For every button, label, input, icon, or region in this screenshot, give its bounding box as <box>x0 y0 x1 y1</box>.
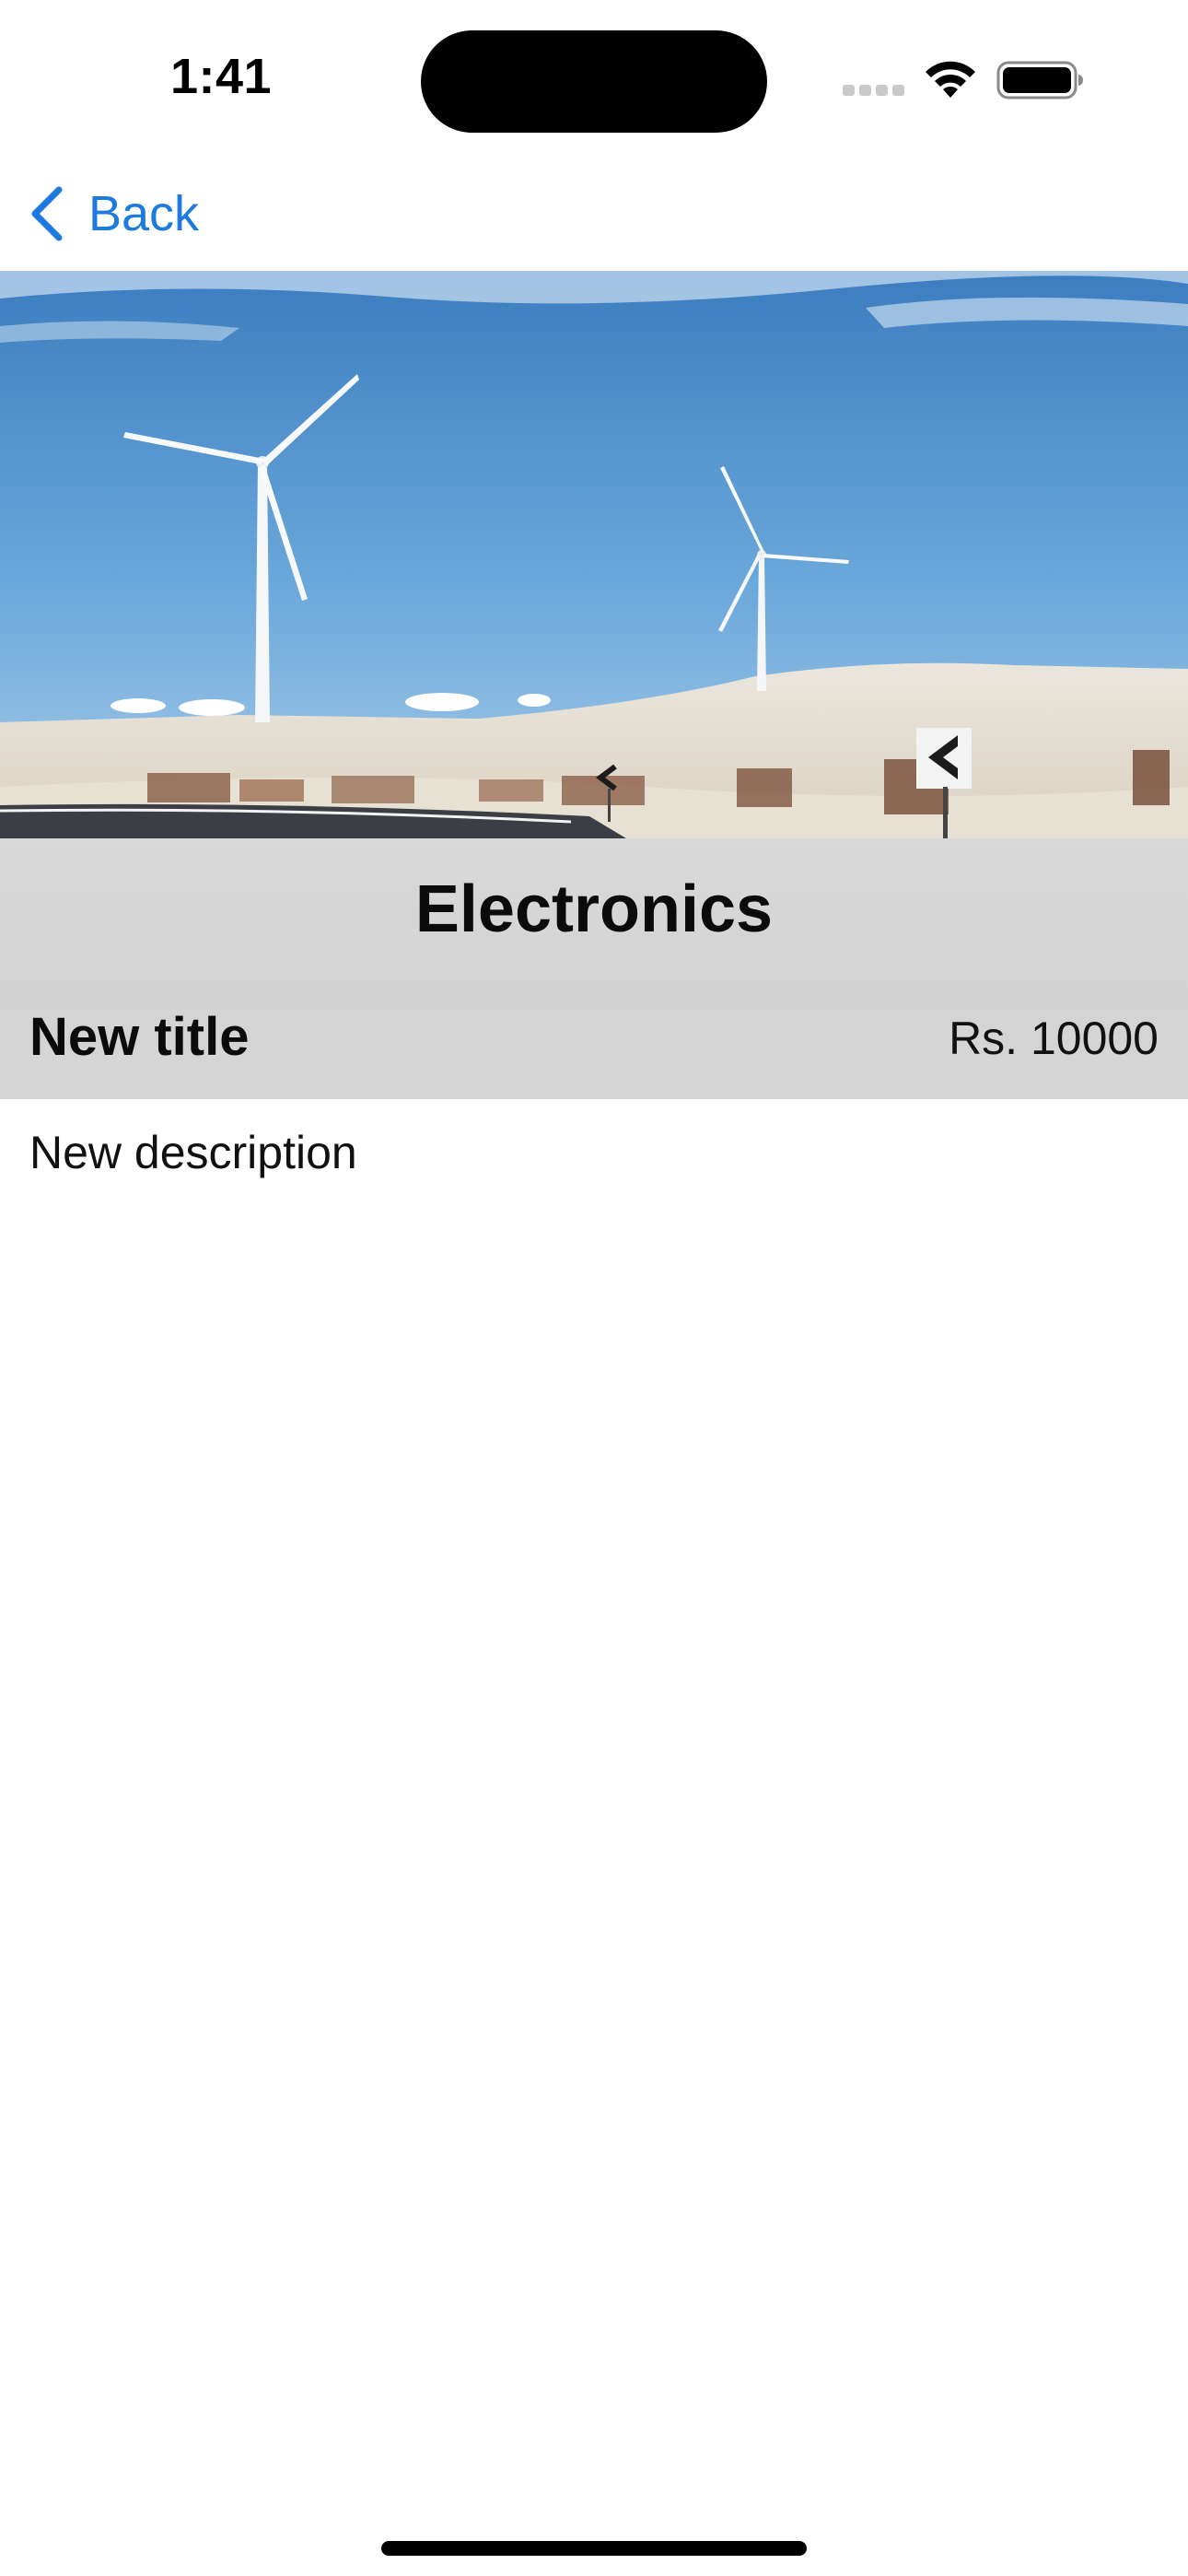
product-detail-screen: 1:41 Back Electronics New title Rs. 1000… <box>0 0 1188 2576</box>
status-time: 1:41 <box>169 49 273 104</box>
product-info-panel: Electronics New title Rs. 10000 <box>0 838 1188 1099</box>
category-title: Electronics <box>414 872 774 946</box>
product-image <box>0 271 1188 838</box>
battery-icon <box>996 61 1083 100</box>
product-price: Rs. 10000 <box>949 1013 1159 1064</box>
back-button[interactable]: Back <box>28 177 199 251</box>
chevron-left-icon <box>31 186 63 241</box>
navigation-bar: Back <box>0 157 1188 271</box>
dynamic-island <box>421 30 767 133</box>
product-description: New description <box>29 1127 357 1178</box>
status-bar: 1:41 <box>0 0 1188 157</box>
wifi-icon <box>926 61 975 98</box>
home-indicator[interactable] <box>381 2541 807 2556</box>
cellular-signal-icon <box>843 85 905 98</box>
back-button-label: Back <box>88 186 200 241</box>
product-title: New title <box>29 1007 250 1067</box>
wind-turbines-photo <box>0 271 1188 838</box>
